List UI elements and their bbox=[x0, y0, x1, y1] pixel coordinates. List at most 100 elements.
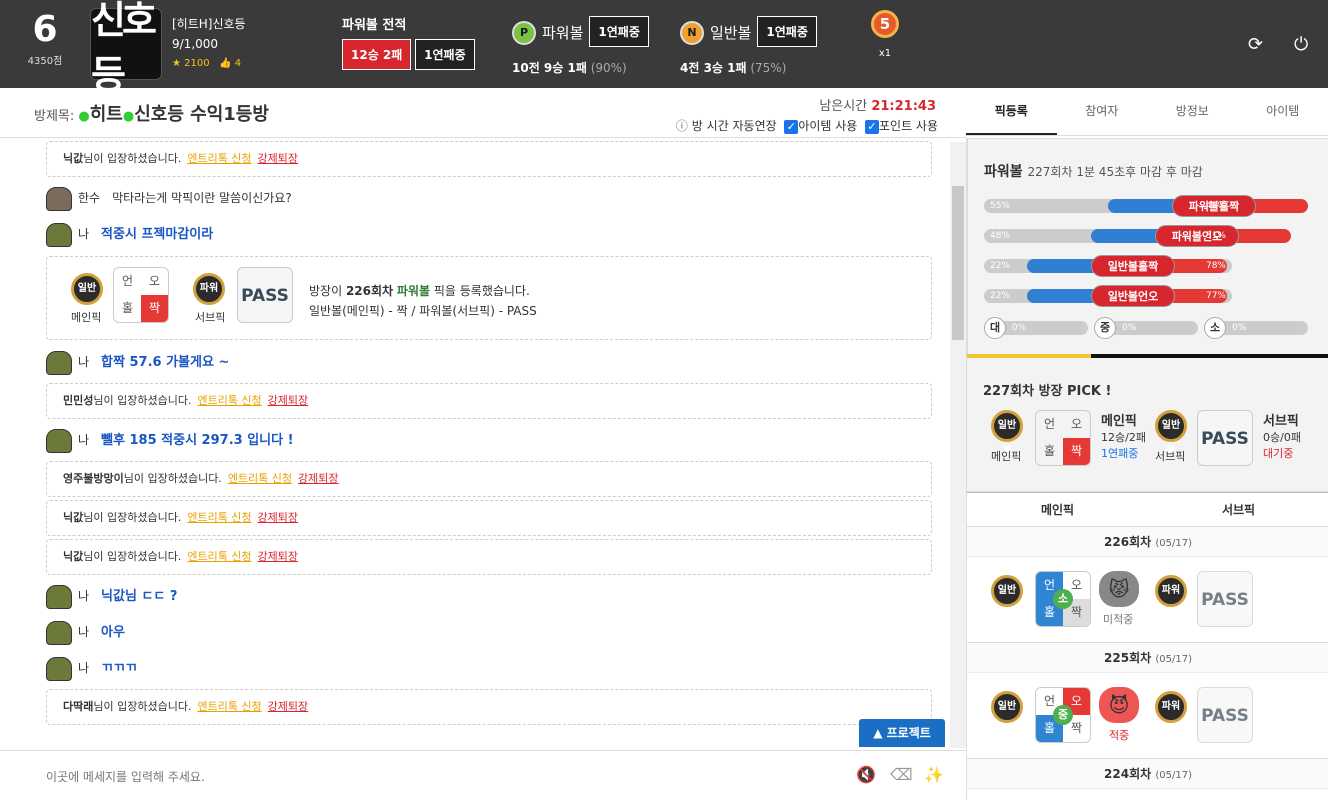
powerball-stat: P 파워볼 1연패중 10전 9승 1패 (90%) bbox=[512, 16, 649, 76]
like-icon: 👍 bbox=[219, 58, 232, 69]
ratio-left: 22% bbox=[990, 291, 1011, 301]
right-panel: 파워볼 227회차 1분 45초후 마감 후 마감 55% 파워볼홀짝 45% 48%… bbox=[966, 138, 1328, 800]
magic-icon[interactable]: ✨ bbox=[924, 765, 944, 784]
pb-pct: (90%) bbox=[590, 61, 627, 75]
main-info: 메인픽 12승/2패 1연패중 bbox=[1101, 414, 1146, 462]
tab-pick[interactable]: 픽등록 bbox=[966, 88, 1057, 135]
round-name: 225회차 bbox=[1104, 651, 1152, 665]
sub-small-label: 서브픽 bbox=[1155, 450, 1186, 463]
size-key: 중 bbox=[1094, 317, 1116, 339]
history-row: 일반볼 언오홀짝 소 😾 미적중 파워볼 PASS bbox=[967, 557, 1328, 643]
pick-grid: 언오홀짝 bbox=[113, 267, 169, 323]
medal-icon: 5 bbox=[871, 10, 899, 38]
host-pick: 227회차 방장 PICK ! 일반볼 메인픽 언오홀짝 메인픽 12승/2패 … bbox=[967, 358, 1328, 492]
sender-name: 나 bbox=[78, 433, 90, 447]
nb-stats: 4전 3승 1패 bbox=[680, 61, 747, 75]
ratio-bar: 22% 일반볼홀짝 78% bbox=[984, 255, 1232, 277]
opt-item: 아이템 사용 bbox=[798, 119, 858, 133]
message-text: 합짝 57.6 가볼게요 ~ bbox=[101, 355, 230, 370]
pick-label: 메인픽 bbox=[71, 311, 102, 324]
pw-title: 파워볼 bbox=[984, 164, 1023, 180]
level-box: 6 4350점 bbox=[8, 8, 82, 67]
ratio-bar: 22% 일반볼언오 77% bbox=[984, 285, 1232, 307]
kick-link[interactable]: 강제퇴장 bbox=[258, 152, 298, 165]
entry-talk-link[interactable]: 엔트리톡 신청 bbox=[187, 511, 251, 524]
ratio-right: 78% bbox=[1205, 261, 1226, 271]
center-badge: 중 bbox=[1053, 705, 1073, 725]
sub-label: 서브픽 bbox=[1263, 414, 1299, 429]
bar-label: 일반볼언오 bbox=[1091, 285, 1175, 307]
entry-suffix: 님이 입장하셨습니다. bbox=[93, 394, 192, 407]
star-icon: ★ bbox=[172, 58, 181, 69]
sender-name: 나 bbox=[78, 589, 90, 603]
room-options: ⓘ 방 시간 자동연장 ✓ 아이템 사용 ✓ 포인트 사용 bbox=[676, 117, 938, 134]
size-bar: 대 0% bbox=[984, 317, 1088, 339]
sender-name: 나 bbox=[78, 625, 90, 639]
point-checkbox[interactable]: ✓ bbox=[864, 119, 879, 134]
kick-link[interactable]: 강제퇴장 bbox=[258, 550, 298, 563]
title-part1: 히트 bbox=[89, 104, 123, 125]
tab-participants[interactable]: 참여자 bbox=[1057, 88, 1148, 135]
project-button[interactable]: ▲ 프로젝트 bbox=[859, 719, 945, 747]
user-info: [히트H]신호등 9/1,000 ★ 2100 👍 4 bbox=[172, 14, 246, 74]
entry-name: 닉값 bbox=[63, 550, 84, 563]
normalball-icon: N bbox=[680, 20, 704, 45]
kick-link[interactable]: 강제퇴장 bbox=[268, 394, 308, 407]
stars: 2100 bbox=[184, 58, 210, 69]
chat-message: 나 ㄲㄲㄲ bbox=[30, 650, 948, 686]
pick-history: 메인픽 서브픽 226회차 (05/17) 일반볼 언오홀짝 소 😾 미적중 파워… bbox=[967, 492, 1328, 800]
message-text: 막타라는게 막픽이란 말씀이신가요? bbox=[112, 191, 292, 205]
pick-label-sub: 서브픽 bbox=[195, 311, 226, 324]
entry-talk-link[interactable]: 엔트리톡 신청 bbox=[197, 394, 261, 407]
chat-message: 나 아우 bbox=[30, 614, 948, 650]
ratio-right: 45% bbox=[1205, 201, 1226, 211]
ratio-right: 51% bbox=[1205, 231, 1226, 241]
tab-roominfo[interactable]: 방정보 bbox=[1147, 88, 1238, 135]
entry-talk-link[interactable]: 엔트리톡 신청 bbox=[187, 152, 251, 165]
info-icon: ⓘ bbox=[675, 119, 688, 133]
message-text: 닉값님 ㄷㄷ ? bbox=[101, 589, 178, 604]
room-title: 방제목: ●히트●신호등 수익1등방 bbox=[34, 100, 269, 126]
eraser-icon[interactable]: ⌫ bbox=[890, 765, 913, 784]
round-date: (05/17) bbox=[1155, 654, 1192, 665]
main-coin: 일반볼 bbox=[991, 410, 1023, 457]
sender-name: 나 bbox=[78, 355, 90, 369]
ratio-left: 55% bbox=[990, 201, 1011, 211]
pick-notice: 일반볼 메인픽 언 오 홀 짝 파워볼 서브픽 PASS 방장이 226회차 파워볼 픽을 등록했… bbox=[46, 256, 932, 340]
entry-suffix: 님이 입장하셨습니다. bbox=[83, 511, 182, 524]
logo-text: 신호등 bbox=[91, 0, 157, 97]
entry-name: 닉값 bbox=[63, 511, 84, 524]
exp: 9/1,000 bbox=[172, 37, 219, 51]
entry-notice: 닉값님이 입장하셨습니다. 엔트리톡 신청 강제퇴장 bbox=[46, 141, 932, 177]
scroll-thumb[interactable] bbox=[952, 186, 964, 340]
pass-box-hist: PASS bbox=[1197, 687, 1253, 743]
result: 적중 bbox=[1109, 729, 1130, 742]
tab-items[interactable]: 아이템 bbox=[1238, 88, 1328, 135]
entry-talk-link[interactable]: 엔트리톡 신청 bbox=[197, 700, 261, 713]
kick-link[interactable]: 강제퇴장 bbox=[268, 700, 308, 713]
kick-link[interactable]: 강제퇴장 bbox=[298, 472, 338, 485]
refresh-icon[interactable]: ⟳ bbox=[1248, 34, 1263, 55]
entry-talk-link[interactable]: 엔트리톡 신청 bbox=[228, 472, 292, 485]
medal: 5 x1 bbox=[868, 0, 902, 59]
power-icon[interactable]: ⏻ bbox=[1294, 34, 1308, 55]
history-row: 일반볼 언오홀짝 중 😈 적중 파워볼 PASS bbox=[967, 673, 1328, 759]
time-left: 남은시간 21:21:43 bbox=[819, 95, 936, 114]
mute-icon[interactable]: 🔇 bbox=[856, 765, 876, 784]
kick-link[interactable]: 강제퇴장 bbox=[258, 511, 298, 524]
nb-name: 일반볼 bbox=[710, 24, 752, 42]
entry-talk-link[interactable]: 엔트리톡 신청 bbox=[187, 550, 251, 563]
entry-name: 다딱래 bbox=[63, 700, 94, 713]
chat-scrollbar[interactable] bbox=[950, 142, 966, 748]
message-text: 뺄후 185 적중시 297.3 입니다 ! bbox=[101, 433, 294, 448]
chat-input[interactable]: 이곳에 메세지를 입력해 주세요. bbox=[46, 768, 205, 785]
item-checkbox[interactable]: ✓ bbox=[784, 119, 799, 134]
round-date: (05/17) bbox=[1155, 770, 1192, 781]
sub-coin: 일반볼 bbox=[1155, 410, 1187, 457]
main-label: 메인픽 bbox=[1101, 414, 1137, 429]
col-sub: 서브픽 bbox=[1221, 503, 1256, 517]
chat-message: 한수 막타라는게 막픽이란 말씀이신가요? bbox=[30, 180, 948, 216]
chat-message: 나 합짝 57.6 가볼게요 ~ bbox=[30, 344, 948, 380]
time-value: 21:21:43 bbox=[871, 99, 936, 114]
opt-extend: 방 시간 자동연장 bbox=[691, 119, 777, 133]
